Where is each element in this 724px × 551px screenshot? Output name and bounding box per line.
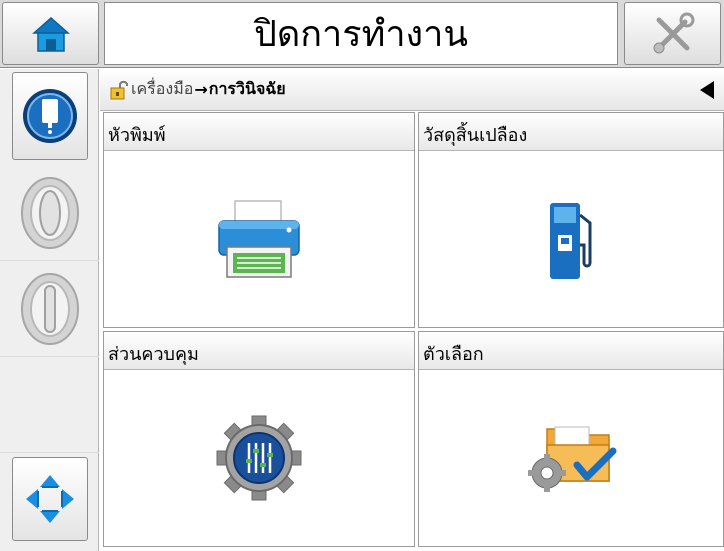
home-icon [31,16,70,52]
tile-controls[interactable]: ส่วนควบคุม [103,331,415,547]
tile-print-head[interactable]: หัวพิมพ์ [103,112,415,328]
back-arrow-icon[interactable] [700,81,714,99]
tile-label: ส่วนควบคุม [104,332,414,370]
sidebar [0,69,99,551]
breadcrumb-root[interactable]: เครื่องมือ [131,77,193,102]
top-bar: ปิดการทำงาน [0,0,724,68]
sidebar-slot-3[interactable] [0,261,99,357]
breadcrumb-separator: → [194,80,208,99]
tile-options[interactable]: ตัวเลือก [418,331,724,547]
gear-equalizer-icon [216,415,302,501]
sidebar-slot-4 [0,357,99,453]
folder-gear-check-icon [528,426,617,492]
printer-icon [218,200,300,278]
breadcrumb-current: การวินิจฉัย [208,79,286,98]
ink-status-button[interactable] [12,72,88,160]
fuel-pump-icon [550,203,592,279]
tile-consumables[interactable]: วัสดุสิ้นเปลือง [418,112,724,328]
tools-icon [653,12,694,53]
four-way-arrows-icon [26,475,74,523]
home-button[interactable] [2,2,99,65]
tools-button[interactable] [624,2,721,65]
oval-status-icon [20,176,79,249]
tile-label: หัวพิมพ์ [104,113,414,151]
tile-label: ตัวเลือก [419,332,723,370]
breadcrumb: เครื่องมือ → การวินิจฉัย [100,69,724,111]
unlock-icon [110,80,128,99]
capsule-status-icon [20,272,79,345]
tile-label: วัสดุสิ้นเปลือง [419,113,723,151]
navigation-button[interactable] [12,457,88,541]
ink-bottle-icon [23,89,77,143]
sidebar-slot-2[interactable] [0,165,99,261]
page-title: ปิดการทำงาน [104,2,618,65]
